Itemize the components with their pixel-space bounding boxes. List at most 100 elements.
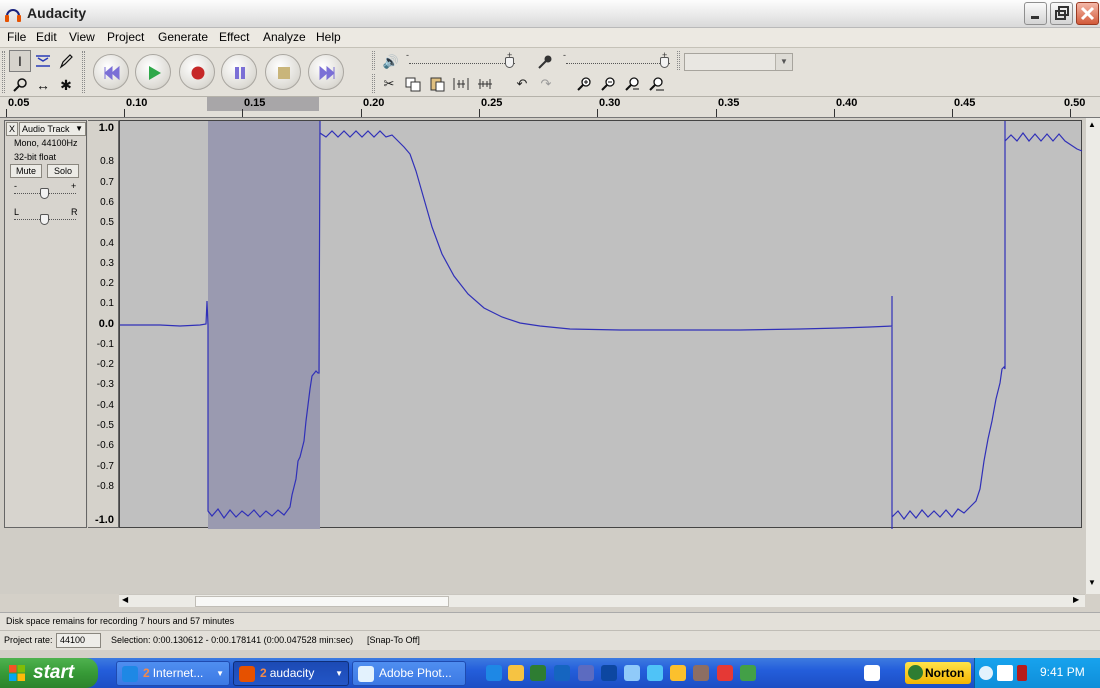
amplitude-label: -0.1 (96, 339, 114, 350)
draw-tool-icon[interactable] (55, 50, 77, 72)
menu-effect[interactable]: Effect (219, 30, 249, 44)
selection-tool-icon[interactable]: I (9, 50, 31, 72)
tray-expand-icon[interactable] (979, 666, 993, 680)
amplitude-label: -0.5 (96, 420, 114, 431)
skip-start-button[interactable] (93, 54, 129, 90)
norton-button[interactable]: Norton (905, 662, 971, 684)
fit-project-icon[interactable] (646, 74, 666, 94)
paint-icon[interactable] (717, 665, 733, 681)
envelope-tool-icon[interactable] (32, 50, 54, 72)
menu-edit[interactable]: Edit (36, 30, 57, 44)
horizontal-scroll-thumb[interactable] (195, 596, 449, 607)
fit-selection-icon[interactable] (622, 74, 642, 94)
ruler-label: 0.45 (954, 97, 976, 109)
ie-quicklaunch-icon[interactable] (486, 665, 502, 681)
track-name-menu[interactable]: Audio Track ▼ (19, 122, 86, 136)
taskbar-item-photoshop[interactable]: Adobe Phot... (352, 661, 466, 686)
amplitude-label: 0.4 (100, 238, 114, 249)
folder-quicklaunch-icon[interactable] (508, 665, 524, 681)
amplitude-label: 0.8 (100, 156, 114, 167)
waveform-display[interactable] (119, 120, 1083, 529)
toolbar-grip[interactable] (82, 51, 85, 93)
audacity-window: Audacity File Edit View Project Generate… (0, 0, 1100, 688)
feather-icon[interactable] (647, 665, 663, 681)
output-volume-slider[interactable] (505, 57, 514, 68)
word-icon[interactable] (554, 665, 570, 681)
redo-icon[interactable]: ↷ (536, 74, 556, 94)
start-button[interactable]: start (0, 658, 98, 688)
window-title: Audacity (27, 5, 87, 21)
minimize-button[interactable] (1024, 2, 1047, 25)
solo-button[interactable]: Solo (47, 164, 79, 178)
pause-button[interactable] (221, 54, 257, 90)
close-button[interactable] (1076, 2, 1099, 25)
antivirus-icon[interactable] (1017, 665, 1027, 681)
scroll-up-icon[interactable]: ▲ (1088, 120, 1096, 129)
trim-icon[interactable] (451, 74, 471, 94)
zoom-out-icon[interactable] (598, 74, 618, 94)
menu-project[interactable]: Project (107, 30, 144, 44)
cut-icon[interactable]: ✂ (379, 74, 399, 94)
help-icon[interactable] (864, 665, 880, 681)
zoom-tool-icon[interactable] (9, 74, 31, 96)
pan-slider[interactable] (40, 214, 49, 225)
vertical-scrollbar[interactable]: ▲ ▼ (1086, 118, 1100, 594)
menu-help[interactable]: Help (316, 30, 341, 44)
clock: 9:41 PM (1040, 665, 1085, 679)
multi-tool-icon[interactable]: ✱ (55, 74, 77, 96)
scroll-left-icon[interactable]: ◀ (122, 595, 128, 604)
stop-button[interactable] (265, 54, 301, 90)
menu-generate[interactable]: Generate (158, 30, 208, 44)
timeshift-tool-icon[interactable]: ↔ (32, 74, 54, 96)
maximize-button[interactable] (1050, 2, 1073, 25)
excel-icon[interactable] (530, 665, 546, 681)
zoom-in-icon[interactable] (574, 74, 594, 94)
undo-icon[interactable]: ↶ (512, 74, 532, 94)
chevron-down-icon: ▼ (775, 54, 792, 70)
copy-icon[interactable] (403, 74, 423, 94)
horizontal-scrollbar[interactable]: ◀ ▶ (119, 594, 1085, 607)
taskbar-count: 2 (143, 666, 150, 680)
timeline-ruler[interactable]: 0.05 0.10 0.15 0.20 0.25 0.30 0.35 0.40 … (0, 97, 1100, 118)
ruler-label: 0.35 (718, 97, 740, 109)
network-icon[interactable] (997, 665, 1013, 681)
project-rate-label: Project rate: (4, 635, 53, 645)
paste-icon[interactable] (427, 74, 447, 94)
menu-file[interactable]: File (7, 30, 26, 44)
gain-plus-label: + (71, 181, 77, 191)
play-button[interactable] (135, 54, 171, 90)
input-volume-slider[interactable] (660, 57, 669, 68)
amplitude-label: 0.0 (98, 318, 114, 330)
scroll-down-icon[interactable]: ▼ (1088, 578, 1096, 587)
skip-end-button[interactable] (308, 54, 344, 90)
input-device-select[interactable]: ▼ (684, 53, 793, 71)
menu-analyze[interactable]: Analyze (263, 30, 306, 44)
toolbar-grip[interactable] (372, 51, 375, 70)
amplitude-label: 0.3 (100, 258, 114, 269)
refresh-icon[interactable] (740, 665, 756, 681)
project-rate-select[interactable]: 44100 (56, 633, 101, 648)
taskbar-item-internet[interactable]: 2 Internet... ▼ (116, 661, 230, 686)
scroll-right-icon[interactable]: ▶ (1073, 595, 1079, 604)
silence-icon[interactable] (475, 74, 495, 94)
toolbar-grip[interactable] (372, 74, 375, 93)
snap-to-text[interactable]: [Snap-To Off] (367, 635, 420, 645)
amplitude-ruler: 1.0 0.8 0.7 0.6 0.5 0.4 0.3 0.2 0.1 0.0 … (88, 120, 119, 528)
toolbar-grip[interactable] (677, 51, 680, 70)
menu-view[interactable]: View (69, 30, 95, 44)
media-player-icon[interactable] (601, 665, 617, 681)
mute-button[interactable]: Mute (10, 164, 42, 178)
game-icon[interactable] (693, 665, 709, 681)
explorer-icon[interactable] (624, 665, 640, 681)
taskbar-item-audacity[interactable]: 2 audacity ▼ (233, 661, 349, 686)
amplitude-label: -0.2 (96, 359, 114, 370)
amplitude-label: -0.8 (96, 481, 114, 492)
record-icon (191, 66, 205, 80)
selection-region (208, 121, 320, 529)
toolbar-grip[interactable] (2, 51, 5, 93)
track-close-button[interactable]: X (6, 122, 18, 136)
smiley-icon[interactable] (670, 665, 686, 681)
gain-slider[interactable] (40, 188, 49, 199)
record-button[interactable] (179, 54, 215, 90)
app-quicklaunch-icon[interactable] (578, 665, 594, 681)
